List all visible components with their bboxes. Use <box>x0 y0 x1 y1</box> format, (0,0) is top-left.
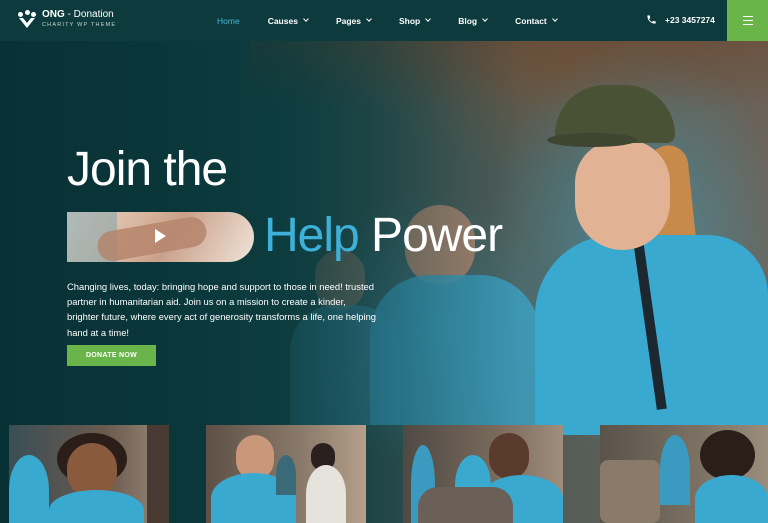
logo-brand: ONG <box>42 9 65 20</box>
paw-hands-logo-icon <box>18 9 36 28</box>
chevron-down-icon <box>425 16 432 22</box>
nav-label: Pages <box>335 15 361 26</box>
site-logo[interactable]: ONG - Donation CHARITY WP THEME <box>18 9 116 28</box>
hero-headline-line1: Join the <box>67 143 228 196</box>
hero-description: Changing lives, today: bringing hope and… <box>67 281 377 338</box>
site-header: ONG - Donation CHARITY WP THEME Home Cau… <box>0 0 768 41</box>
nav-label: Blog <box>458 15 478 26</box>
nav-item-causes[interactable]: Causes <box>267 15 309 26</box>
nav-label: Causes <box>267 15 298 26</box>
nav-item-shop[interactable]: Shop <box>398 15 432 26</box>
chevron-down-icon <box>482 16 488 22</box>
hamburger-menu-button[interactable] <box>727 0 768 41</box>
phone-contact[interactable]: +23 3457274 <box>646 14 715 25</box>
chevron-down-icon <box>551 16 558 22</box>
phone-number: +23 3457274 <box>665 14 715 25</box>
main-nav: Home Causes Pages Shop Blog Contact <box>217 0 585 41</box>
play-icon <box>155 229 166 243</box>
nav-label: Shop <box>398 15 421 26</box>
chevron-down-icon <box>366 16 372 22</box>
nav-label: Home <box>217 15 240 26</box>
nav-item-blog[interactable]: Blog <box>458 15 488 26</box>
headline-accent: Help <box>264 209 360 262</box>
donate-now-button[interactable]: DONATE NOW <box>67 345 156 366</box>
hamburger-icon <box>742 15 753 18</box>
chevron-down-icon <box>303 16 309 22</box>
hero-volunteer-main <box>535 85 768 435</box>
logo-tagline: CHARITY WP THEME <box>42 22 117 28</box>
phone-icon <box>647 15 656 24</box>
gallery-thumbnail-4[interactable] <box>600 425 768 523</box>
nav-item-contact[interactable]: Contact <box>515 15 558 26</box>
nav-label: Contact <box>515 15 547 26</box>
nav-item-pages[interactable]: Pages <box>335 15 372 26</box>
gallery-thumbnail-2[interactable] <box>206 425 366 523</box>
headline-rest: Power <box>358 209 503 262</box>
gallery-thumbnail-1[interactable] <box>9 425 169 523</box>
hero-video-button[interactable] <box>67 212 254 262</box>
nav-item-home[interactable]: Home <box>217 16 240 26</box>
logo-suffix: - Donation <box>64 9 114 20</box>
logo-title: ONG - Donation <box>42 9 116 20</box>
gallery-thumbnail-3[interactable] <box>403 425 563 523</box>
hero-headline-line2: Help Power <box>264 208 503 263</box>
